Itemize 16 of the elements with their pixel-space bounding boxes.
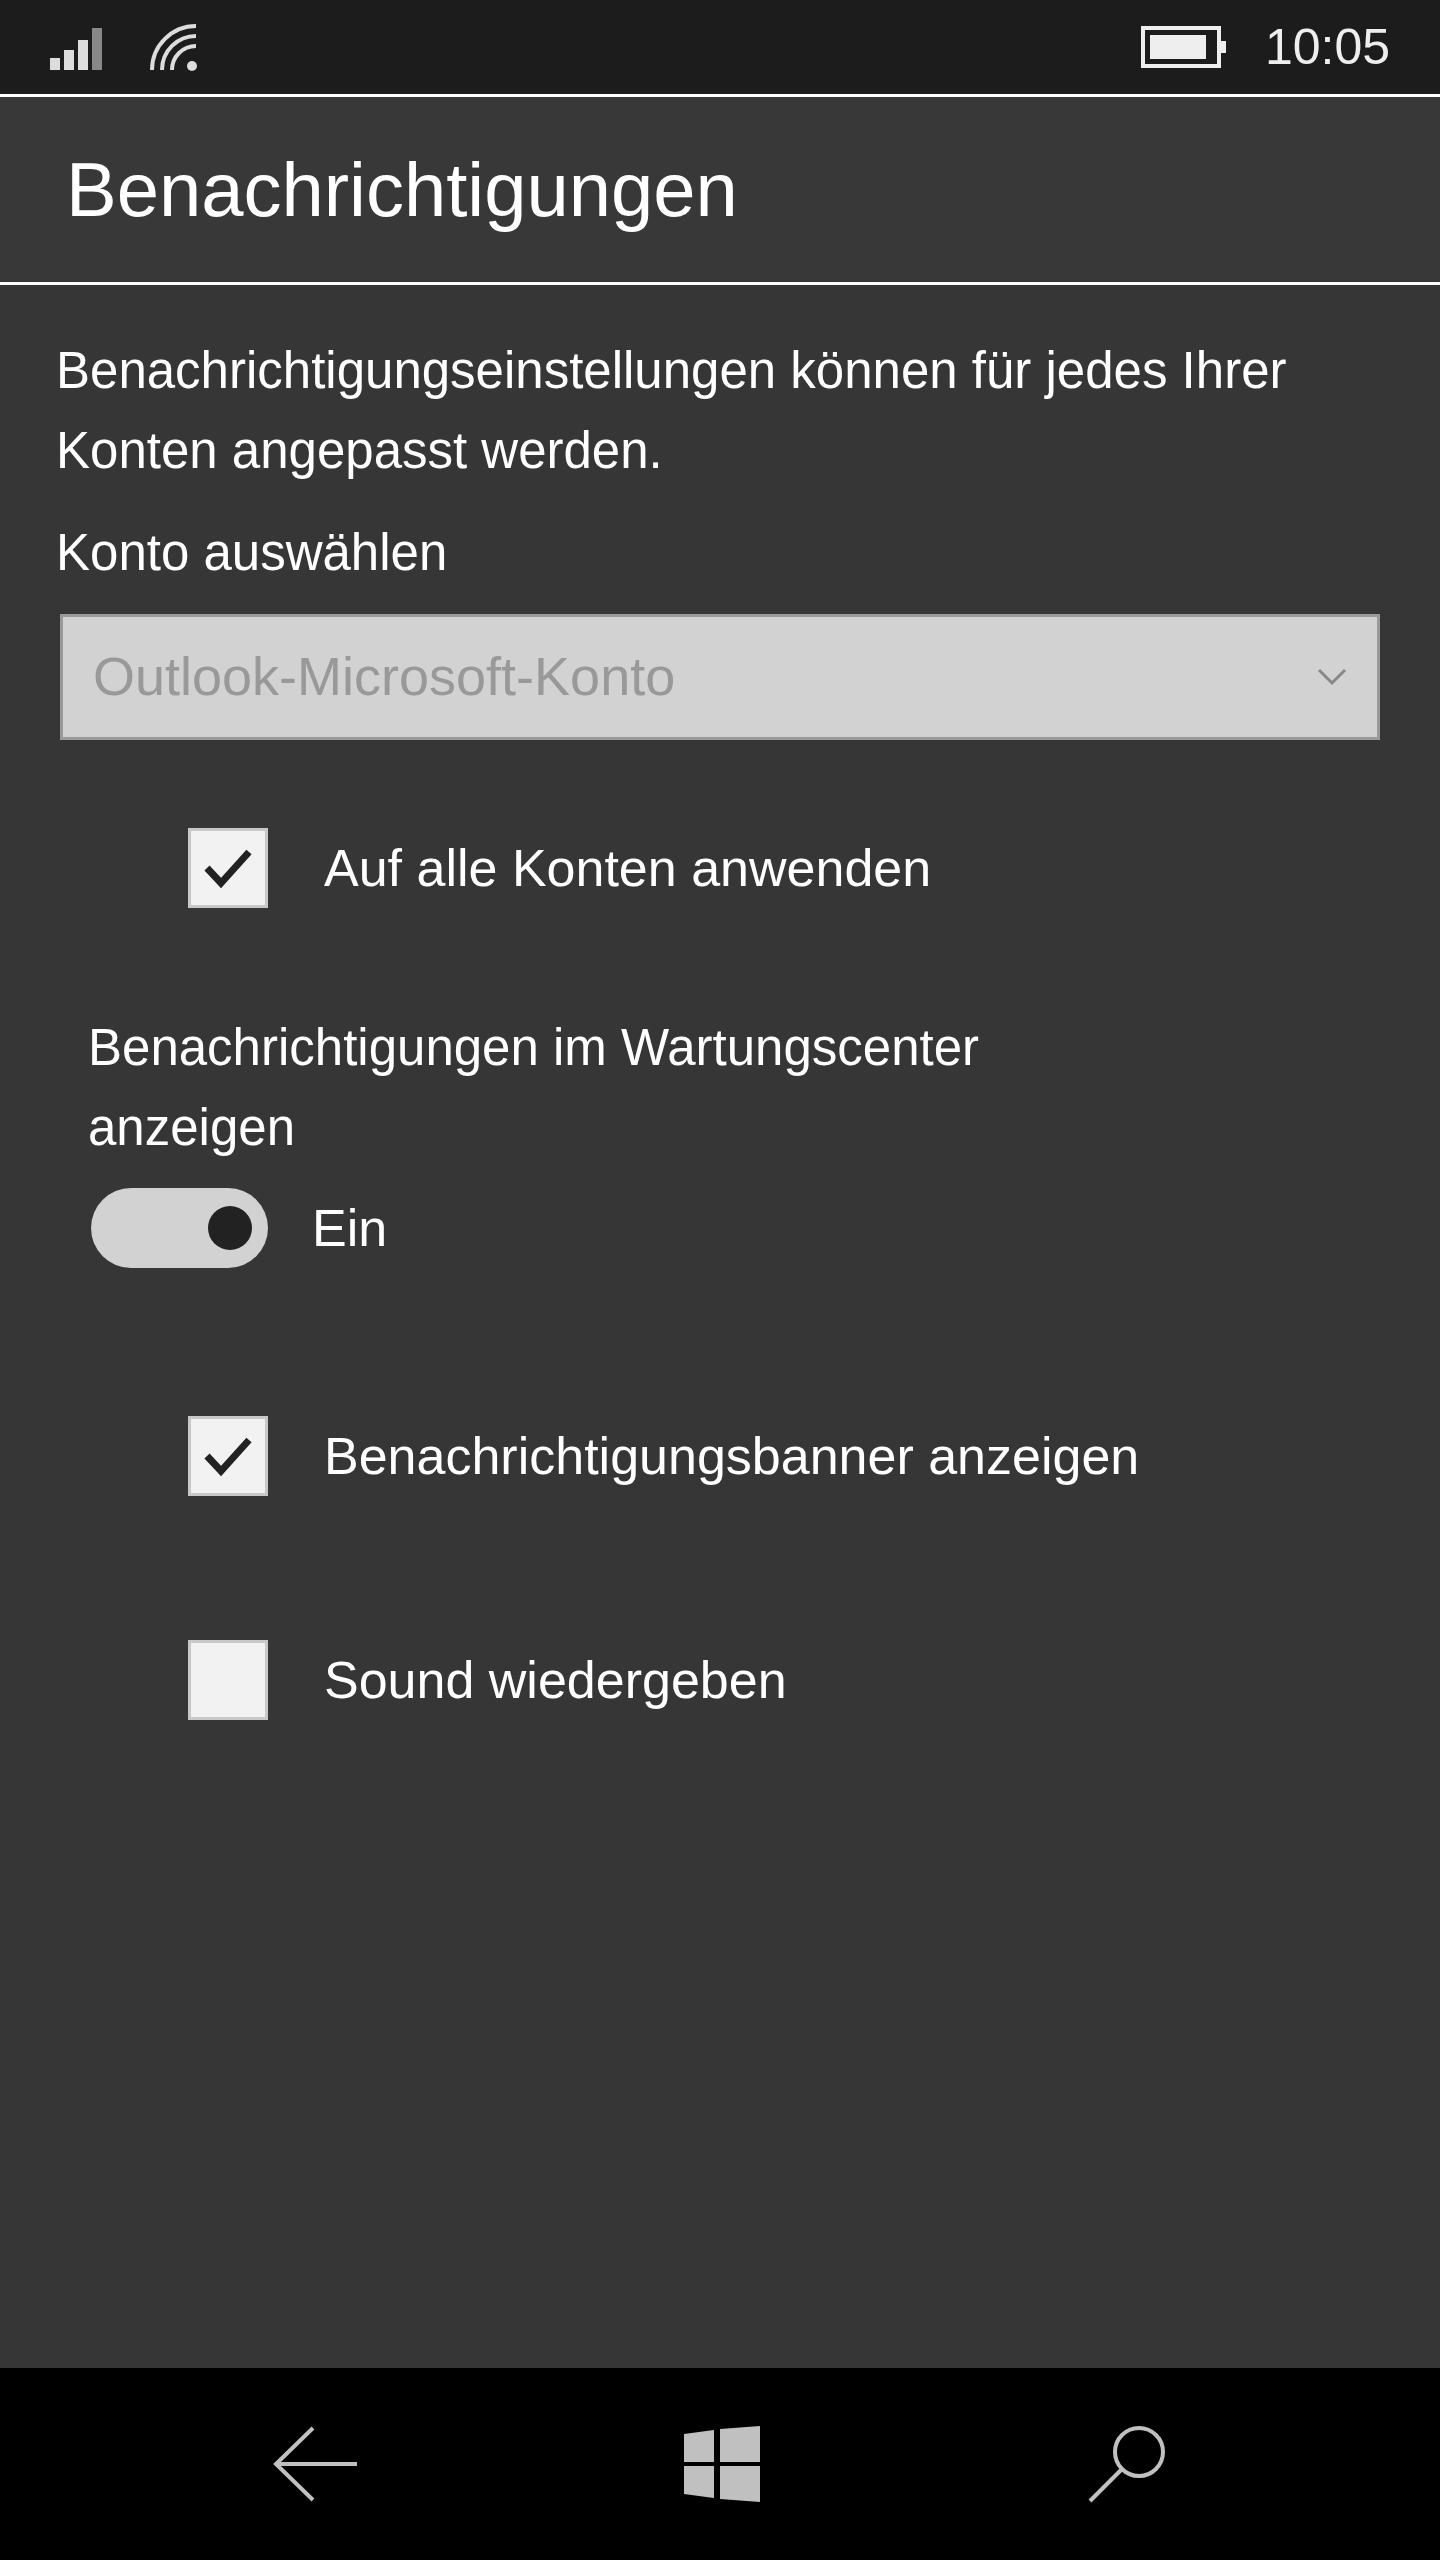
- checkbox[interactable]: [188, 1415, 268, 1496]
- clock-time: 10:05: [1264, 17, 1390, 77]
- page-title: Benachrichtigungen: [66, 145, 738, 234]
- setting-label: Benachrichtigungen im Wartungscenter anzeigen: [88, 1017, 981, 1158]
- account-label: Konto auswählen: [56, 523, 449, 583]
- battery-icon: [1140, 26, 1227, 68]
- toggle-state-text: Ein: [312, 1197, 388, 1259]
- search-icon[interactable]: [1086, 2424, 1167, 2504]
- checkbox[interactable]: [188, 827, 268, 908]
- checkbox-label: Benachrichtigungsbanner anzeigen: [324, 1425, 1140, 1487]
- checkbox-label: Auf alle Konten anwenden: [324, 837, 932, 899]
- chevron-down-icon: [1317, 667, 1347, 686]
- checkbox-label: Sound wiedergeben: [324, 1649, 787, 1711]
- description-text: Benachrichtigungseinstellungen können für jedes Ihrer Konten angepasst werden.: [56, 341, 1288, 481]
- checkbox[interactable]: [188, 1639, 268, 1720]
- windows-logo-icon[interactable]: [684, 2426, 760, 2502]
